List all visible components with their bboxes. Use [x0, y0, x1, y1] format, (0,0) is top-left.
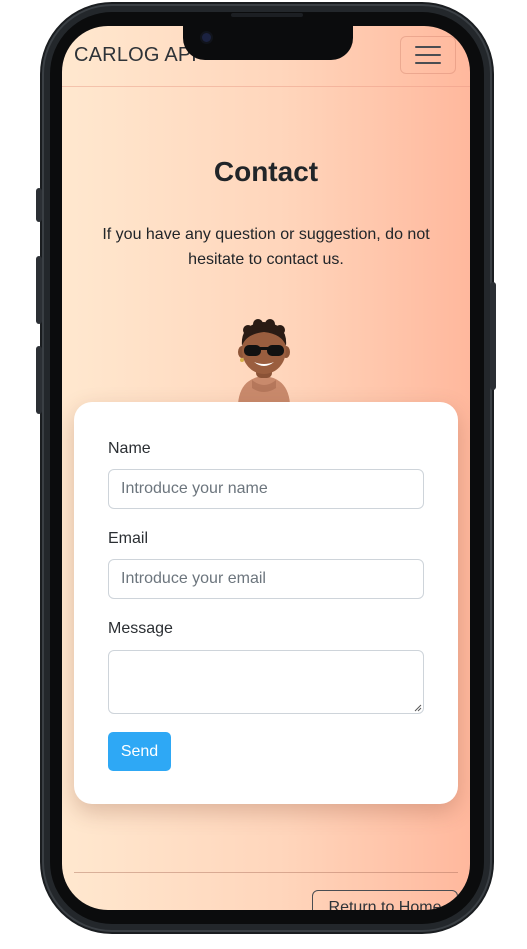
menu-bar: [415, 62, 441, 64]
return-home-button[interactable]: Return to Home: [312, 890, 458, 910]
phone-power-button: [490, 282, 496, 390]
screen: CARLOG APP Contact If you have any quest…: [62, 26, 470, 910]
email-input[interactable]: [108, 559, 424, 599]
message-textarea[interactable]: [108, 650, 424, 714]
footer-divider: [74, 872, 458, 873]
phone-mute-switch: [36, 188, 42, 222]
menu-bar: [415, 46, 441, 48]
contact-form-card: Name Email Message Send: [74, 402, 458, 804]
hamburger-menu-icon[interactable]: [400, 36, 456, 74]
page-title: Contact: [213, 156, 319, 187]
name-input[interactable]: [108, 469, 424, 509]
camera-icon: [202, 33, 211, 42]
page-subtitle: If you have any question or suggestion, …: [102, 226, 430, 268]
phone-volume-up-button: [36, 256, 42, 324]
name-label: Name: [108, 440, 151, 457]
resize-grip-icon[interactable]: [414, 704, 422, 712]
phone-volume-down-button: [36, 346, 42, 414]
phone-speaker: [231, 13, 303, 17]
email-label: Email: [108, 530, 149, 547]
menu-bar: [415, 54, 441, 56]
send-button[interactable]: Send: [108, 732, 171, 771]
message-label: Message: [108, 620, 173, 637]
avatar-with-sunglasses-icon: [238, 319, 290, 404]
